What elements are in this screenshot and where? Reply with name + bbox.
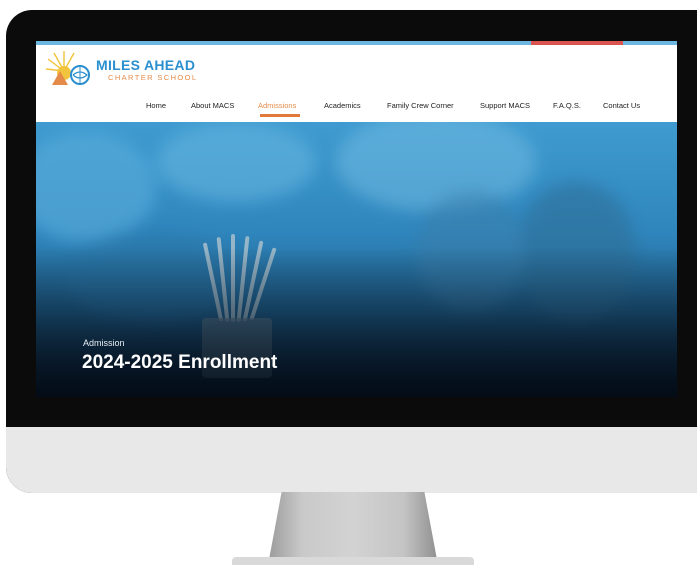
hero-kicker: Admission (83, 338, 125, 348)
site-header: MILES AHEAD CHARTER SCHOOL Home About MA… (36, 45, 677, 122)
nav-item-about[interactable]: About MACS (191, 101, 234, 110)
website-screen: MILES AHEAD CHARTER SCHOOL Home About MA… (36, 41, 677, 397)
nav-item-faqs[interactable]: F.A.Q.S. (553, 101, 581, 110)
hero-banner: Admission 2024-2025 Enrollment (36, 122, 677, 397)
nav-item-admissions[interactable]: Admissions (258, 101, 296, 110)
hero-dark-overlay (36, 247, 677, 397)
nav-item-family-crew-corner[interactable]: Family Crew Corner (387, 101, 454, 110)
nav-item-academics[interactable]: Academics (324, 101, 361, 110)
monitor-stand-base (232, 557, 474, 565)
nav-item-support[interactable]: Support MACS (480, 101, 530, 110)
hero-blur-shape (36, 132, 156, 242)
site-logo[interactable]: MILES AHEAD CHARTER SCHOOL (46, 51, 196, 87)
monitor-frame: MILES AHEAD CHARTER SCHOOL Home About MA… (6, 10, 697, 493)
main-navigation: Home About MACS Admissions Academics Fam… (36, 95, 677, 122)
active-nav-indicator (260, 114, 300, 117)
sun-globe-logo-icon (46, 51, 90, 85)
nav-item-home[interactable]: Home (146, 101, 166, 110)
nav-item-contact[interactable]: Contact Us (603, 101, 640, 110)
hero-blur-shape (336, 122, 536, 212)
monitor-stand (268, 492, 438, 565)
monitor-chin (6, 427, 697, 493)
logo-title: MILES AHEAD (96, 57, 196, 73)
hero-blur-shape (156, 122, 316, 202)
logo-subtitle: CHARTER SCHOOL (108, 73, 198, 82)
hero-title: 2024-2025 Enrollment (82, 352, 278, 373)
